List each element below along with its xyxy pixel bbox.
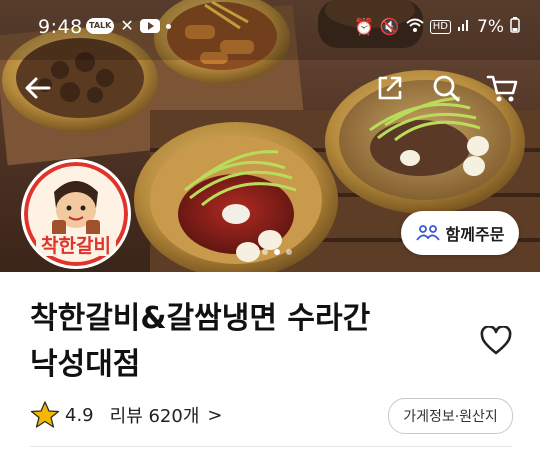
back-arrow-icon[interactable] <box>22 72 54 104</box>
store-logo: 착한갈비 <box>24 162 128 266</box>
logo-text: 착한갈비 <box>41 235 111 257</box>
people-icon <box>415 225 440 241</box>
carousel-dot <box>262 249 268 255</box>
cart-icon[interactable] <box>486 72 520 104</box>
notification-icons: TALK ✕ <box>86 17 171 35</box>
carousel-dot-active <box>274 249 280 255</box>
carousel-dot <box>286 249 292 255</box>
heart-icon[interactable] <box>480 326 512 356</box>
x-icon: ✕ <box>120 16 134 35</box>
store-name-line2: 낙성대점 <box>30 347 141 382</box>
more-notifications-icon <box>165 23 171 29</box>
carousel-indicator <box>262 249 292 255</box>
mute-icon: 🔇 <box>379 17 400 36</box>
share-icon[interactable] <box>374 72 406 104</box>
hero-image: 9:48 TALK ✕ ⏰ 🔇 HD 7% 착한갈비 함께주문 <box>0 0 540 272</box>
store-name-line1: 착한갈비&갈쌈냉면 수라간 <box>30 301 371 336</box>
store-info-button[interactable]: 가게정보·원산지 <box>388 398 513 434</box>
group-order-button[interactable]: 함께주문 <box>401 211 519 255</box>
chevron-right-icon: > <box>207 404 223 426</box>
store-logo-graphic: 착한갈비 <box>24 162 128 266</box>
group-order-label: 함께주문 <box>445 225 505 244</box>
search-icon[interactable] <box>430 72 462 104</box>
youtube-icon <box>139 19 160 33</box>
status-bar: 9:48 TALK ✕ ⏰ 🔇 HD 7% <box>0 0 540 52</box>
battery-percent: 7% <box>477 17 504 37</box>
store-name: 착한갈비&갈쌈냉면 수라간 낙성대점 <box>30 296 450 388</box>
rating-row: 4.9 리뷰 620개 > <box>30 398 223 432</box>
star-icon <box>30 401 60 428</box>
wifi-icon <box>406 18 424 36</box>
reviews-link[interactable]: 리뷰 620개 > <box>110 402 223 428</box>
divider <box>30 446 512 447</box>
talk-icon: TALK <box>86 18 115 34</box>
signal-icon <box>457 18 471 36</box>
hd-icon: HD <box>429 20 452 34</box>
status-time: 9:48 <box>38 16 83 38</box>
rating-value: 4.9 <box>65 404 94 426</box>
reviews-label: 리뷰 620개 <box>109 406 200 427</box>
battery-icon <box>510 17 520 37</box>
alarm-icon: ⏰ <box>353 17 374 36</box>
system-icons: ⏰ 🔇 HD 7% <box>354 17 520 37</box>
